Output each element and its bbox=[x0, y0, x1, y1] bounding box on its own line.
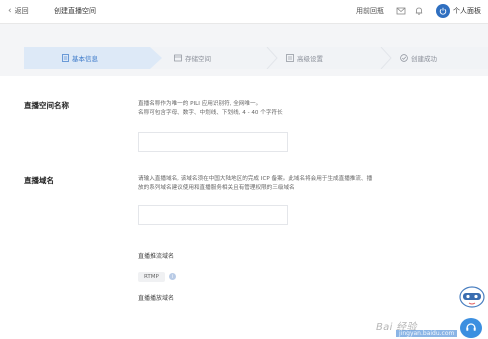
push-domain-label: 直播推流域名 bbox=[138, 253, 175, 260]
hint-line: 名称可包含字母、数字、中划线、下划线, 4 - 40 个字符长 bbox=[138, 110, 283, 116]
push-protocol-tag: RTMP i bbox=[138, 271, 176, 282]
rtmp-pill: RTMP bbox=[138, 271, 165, 282]
settings-icon bbox=[286, 54, 294, 62]
space-name-hint: 直播名称作为唯一的 PILI 应用识别符, 全网唯一。 名称可包含字母、数字、中… bbox=[138, 100, 283, 118]
chevron-left-icon: ‹ bbox=[8, 6, 12, 16]
step-label: 高级设置 bbox=[297, 55, 323, 63]
help-link[interactable]: 用前回瓶 bbox=[356, 6, 384, 16]
hint-line: 请输入直播域名, 该域名须在中国大陆地区的完成 ICP 备案。此域名将会用于生成… bbox=[138, 176, 373, 182]
chat-support-icon[interactable] bbox=[460, 318, 482, 338]
watermark-link: jingyan.baidu.com bbox=[396, 330, 458, 337]
step-advanced: 高级设置 bbox=[286, 47, 323, 69]
domain-input[interactable] bbox=[138, 205, 288, 225]
top-bar: ‹ 返回 创建直播空间 用前回瓶 个人面板 bbox=[0, 0, 488, 24]
storage-icon bbox=[174, 54, 182, 62]
space-name-label: 直播空间名称 bbox=[24, 101, 69, 110]
step-done: 创建成功 bbox=[400, 47, 437, 69]
step-separator-icon bbox=[380, 47, 392, 69]
step-label: 存储空间 bbox=[185, 55, 211, 63]
hint-line: 直播名称作为唯一的 PILI 应用识别符, 全网唯一。 bbox=[138, 101, 262, 107]
doc-icon bbox=[62, 54, 69, 62]
step-separator-icon bbox=[266, 47, 278, 69]
page-title: 创建直播空间 bbox=[54, 7, 96, 15]
bell-icon[interactable] bbox=[414, 6, 424, 16]
info-icon[interactable]: i bbox=[168, 273, 176, 280]
robot-assistant-icon[interactable] bbox=[458, 285, 486, 309]
step-basic-info: 基本信息 bbox=[62, 47, 98, 69]
space-name-input[interactable] bbox=[138, 132, 288, 152]
step-label: 基本信息 bbox=[72, 55, 98, 63]
power-icon[interactable] bbox=[436, 4, 450, 18]
user-panel-link[interactable]: 个人面板 bbox=[453, 6, 481, 16]
play-domain-label: 直播播放域名 bbox=[138, 295, 175, 302]
step-label: 创建成功 bbox=[411, 55, 437, 63]
back-label: 返回 bbox=[14, 7, 29, 15]
back-button[interactable]: ‹ 返回 bbox=[8, 6, 29, 16]
step-storage: 存储空间 bbox=[174, 47, 211, 69]
step-progress: 基本信息 存储空间 高级设置 创建成功 bbox=[24, 47, 488, 69]
check-icon bbox=[400, 54, 408, 62]
domain-label: 直播域名 bbox=[24, 176, 54, 185]
hint-line: 放的系列域名建议使用和直播服务相关且有管理权限的三级域名 bbox=[138, 185, 295, 191]
domain-hint: 请输入直播域名, 该域名须在中国大陆地区的完成 ICP 备案。此域名将会用于生成… bbox=[138, 175, 372, 193]
mail-icon[interactable] bbox=[396, 6, 406, 16]
